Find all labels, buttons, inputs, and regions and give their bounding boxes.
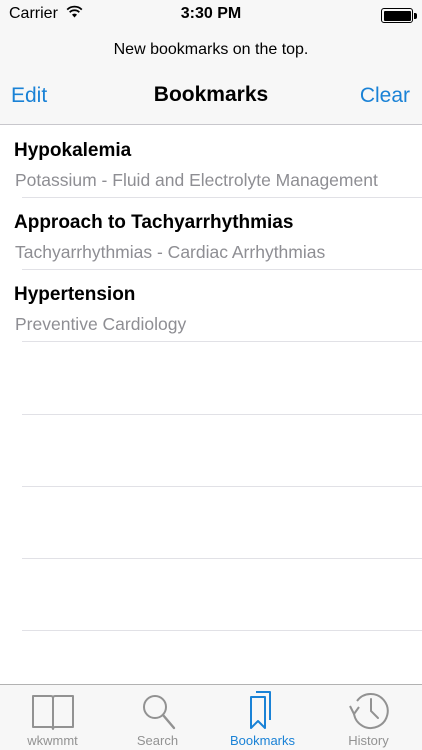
- navigation-bar: Edit Bookmarks Clear: [0, 72, 422, 125]
- info-banner-text: New bookmarks on the top.: [113, 41, 309, 58]
- tab-bar: wkwmmt Search Bookmarks History: [0, 684, 422, 750]
- bookmark-row[interactable]: Approach to Tachyarrhythmias Tachyarrhyt…: [0, 198, 422, 270]
- tab-label: Search: [136, 733, 179, 748]
- row-separator: [22, 630, 422, 631]
- tab-bookmarks[interactable]: Bookmarks: [210, 685, 315, 750]
- status-time: 3:30 PM: [180, 5, 242, 22]
- page-title: Bookmarks: [153, 83, 269, 106]
- bookmark-row[interactable]: Hypertension Preventive Cardiology: [0, 270, 422, 342]
- battery-icon: [381, 8, 417, 23]
- row-separator: [22, 341, 422, 342]
- tab-label: wkwmmt: [27, 733, 78, 748]
- bookmark-subtitle: Preventive Cardiology: [15, 314, 187, 334]
- bookmark-subtitle: Tachyarrhythmias - Cardiac Arrhythmias: [15, 242, 326, 262]
- tab-label: History: [348, 733, 389, 748]
- bookmark-title: Hypertension: [14, 284, 136, 305]
- history-icon: [316, 688, 421, 732]
- search-icon: [105, 688, 210, 732]
- bookmark-row[interactable]: Hypokalemia Potassium - Fluid and Electr…: [0, 126, 422, 198]
- tab-history[interactable]: History: [316, 685, 421, 750]
- bookmark-list: Hypokalemia Potassium - Fluid and Electr…: [0, 126, 422, 684]
- bookmark-title: Hypokalemia: [14, 140, 132, 161]
- tab-search[interactable]: Search: [105, 685, 210, 750]
- row-separator: [22, 486, 422, 487]
- bookmarks-icon: [210, 688, 315, 732]
- row-separator: [22, 558, 422, 559]
- tab-label: Bookmarks: [229, 733, 296, 748]
- status-bar: Carrier 3:30 PM: [0, 0, 422, 30]
- row-separator: [22, 414, 422, 415]
- bookmark-title: Approach to Tachyarrhythmias: [14, 212, 294, 233]
- info-banner: New bookmarks on the top.: [0, 30, 422, 72]
- book-icon: [0, 688, 105, 732]
- bookmark-subtitle: Potassium - Fluid and Electrolyte Manage…: [15, 170, 378, 190]
- tab-wkwmmt[interactable]: wkwmmt: [0, 685, 105, 750]
- clear-button[interactable]: Clear: [360, 84, 410, 108]
